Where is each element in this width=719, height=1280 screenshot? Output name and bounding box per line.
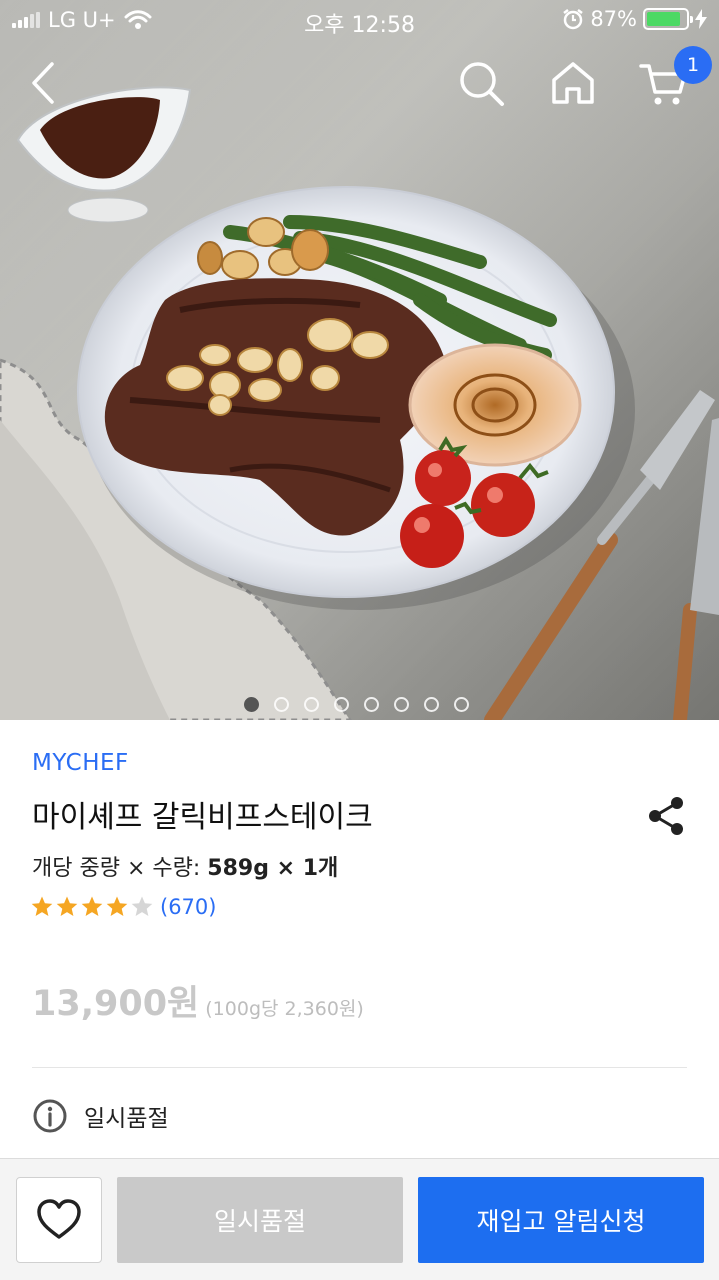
product-title: 마이셰프 갈릭비프스테이크 [32,800,373,835]
share-icon [649,797,683,835]
review-count[interactable]: (670) [160,895,216,919]
soldout-button: 일시품절 [117,1177,403,1263]
star-filled-icon [56,896,78,916]
pager-dot[interactable] [334,697,349,712]
soldout-notice-text: 일시품절 [84,1106,169,1132]
price-block: 13,900원 (100g당 2,360원) [32,975,364,1026]
steak-photo [0,0,719,720]
home-button[interactable] [548,58,598,108]
pager-dot[interactable] [274,697,289,712]
search-button[interactable] [456,58,506,108]
product-hero-image[interactable]: LG U+ 오후 12:58 87% 1 [0,0,719,720]
image-pager[interactable] [244,697,469,712]
pager-dot[interactable] [454,697,469,712]
back-button[interactable] [22,58,72,108]
wishlist-button[interactable] [16,1177,102,1263]
pager-dot[interactable] [364,697,379,712]
divider [32,1067,687,1068]
price-amount: 13,900원 [32,984,200,1024]
cart-count-badge: 1 [674,46,712,84]
search-icon [460,62,504,106]
star-filled-icon [31,896,53,916]
unit-price: (100g당 2,360원) [205,998,364,1020]
brand-name[interactable]: MYCHEF [32,750,129,776]
alarm-icon [563,9,584,30]
pager-dot[interactable] [304,697,319,712]
weight-value: 589g × 1개 [207,856,339,881]
weight-label: 개당 중량 × 수량: [32,856,208,881]
heart-icon [37,1199,81,1239]
status-bar: LG U+ 오후 12:58 87% [0,0,719,40]
pager-dot[interactable] [244,697,259,712]
star-rating [30,895,154,919]
soldout-notice: 일시품절 [32,1098,169,1134]
bottom-action-bar: 일시품절 재입고 알림신청 [0,1158,719,1280]
share-button[interactable] [644,794,688,838]
pager-dot[interactable] [424,697,439,712]
pager-dot[interactable] [394,697,409,712]
star-empty-icon [131,896,153,916]
battery-icon [643,8,693,30]
battery-percent: 87% [590,7,637,31]
charging-icon [695,9,707,29]
chevron-left-icon [32,62,54,104]
rating-row[interactable]: (670) [30,895,216,919]
home-icon [552,62,594,104]
star-filled-icon [106,896,128,916]
info-icon [33,1099,67,1133]
star-filled-icon [81,896,103,916]
weight-quantity: 개당 중량 × 수량: 589g × 1개 [32,850,338,882]
restock-alert-button[interactable]: 재입고 알림신청 [418,1177,704,1263]
